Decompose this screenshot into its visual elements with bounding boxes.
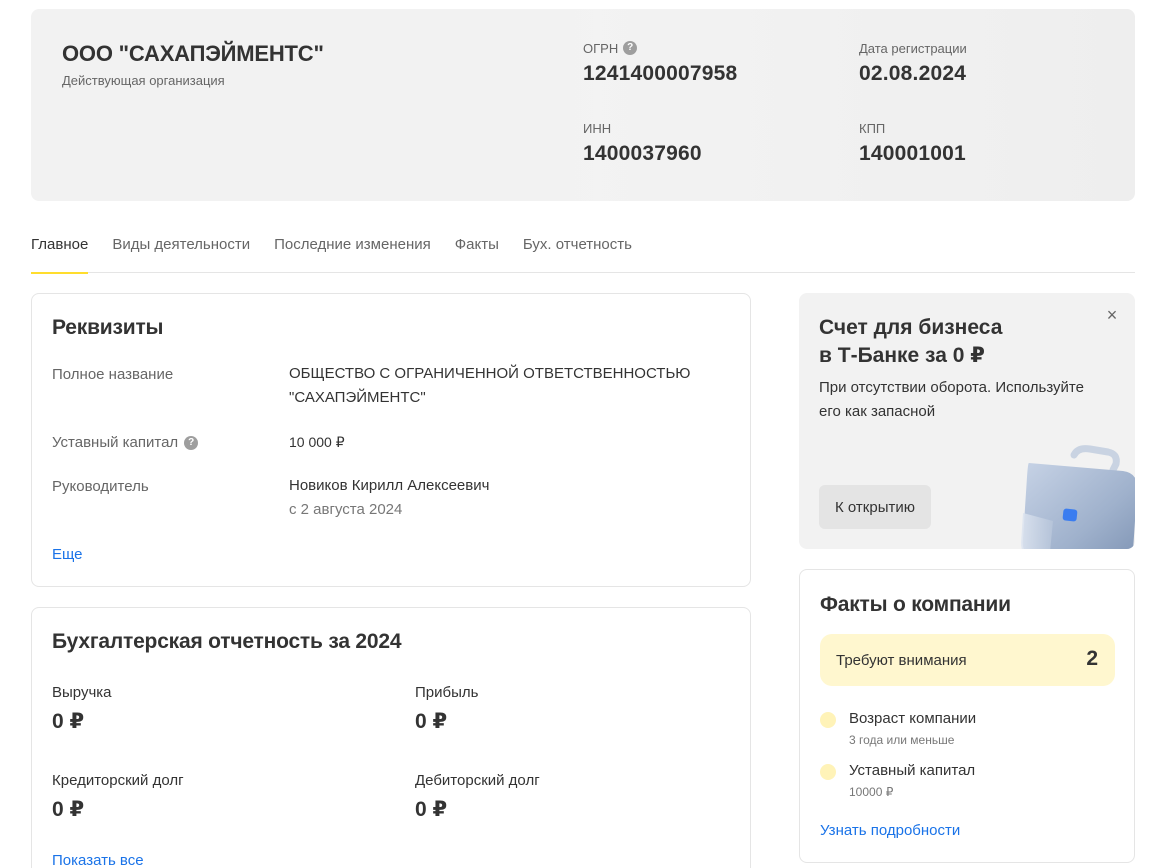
requisites-title: Реквизиты: [52, 316, 164, 339]
receivables-item: Дебиторский долг 0 ₽: [415, 772, 540, 822]
promo-title-line: Счет для бизнеса: [819, 316, 1003, 339]
more-link[interactable]: Еще: [52, 546, 83, 563]
capital-value: 10 000 ₽: [289, 430, 729, 455]
promo-title: Счет для бизнеса в Т-Банке за 0 ₽: [819, 314, 1079, 370]
head-name: Новиков Кирилл Алексеевич: [289, 477, 490, 494]
fact-sub: 10000 ₽: [849, 785, 894, 799]
help-icon[interactable]: ?: [184, 435, 199, 450]
tab-recent-changes[interactable]: Последние изменения: [274, 222, 431, 273]
company-status: Действующая организация: [62, 73, 225, 88]
promo-text-line: его как запасной: [819, 403, 936, 420]
tab-activities[interactable]: Виды деятельности: [112, 222, 250, 273]
promo-text: При отсутствии оборота. Используйте его …: [819, 376, 1109, 424]
warning-dot-icon: [820, 764, 836, 780]
warning-dot-icon: [820, 712, 836, 728]
tab-bar: Главное Виды деятельности Последние изме…: [31, 222, 1135, 274]
requisites-card: Реквизиты Полное название ОБЩЕСТВО С ОГР…: [31, 293, 751, 587]
kpp-value: 140001001: [859, 142, 966, 165]
full-name-label: Полное название: [52, 366, 174, 383]
inn-field: ИНН 1400037960: [583, 120, 702, 166]
head-label: Руководитель: [52, 478, 149, 495]
tab-facts[interactable]: Факты: [455, 222, 499, 273]
inn-label: ИНН: [583, 120, 612, 136]
tab-accounting[interactable]: Бух. отчетность: [523, 222, 632, 273]
head-value: Новиков Кирилл Алексеевич с 2 августа 20…: [289, 474, 729, 522]
facts-title: Факты о компании: [820, 593, 1011, 616]
company-header: ООО "САХАПЭЙМЕНТС" Действующая организац…: [31, 9, 1135, 201]
fact-name: Уставный капитал: [849, 762, 976, 779]
attention-block[interactable]: Требуют внимания 2: [820, 634, 1115, 686]
fact-name: Возраст компании: [849, 710, 977, 727]
revenue-label: Выручка: [52, 684, 112, 701]
profit-label: Прибыль: [415, 684, 479, 701]
full-name-value: ОБЩЕСТВО С ОГРАНИЧЕННОЙ ОТВЕТСТВЕННОСТЬЮ…: [289, 362, 729, 410]
reg-date-value: 02.08.2024: [859, 62, 967, 85]
company-name: ООО "САХАПЭЙМЕНТС": [62, 41, 324, 66]
attention-label: Требуют внимания: [836, 652, 967, 669]
promo-title-line: в Т-Банке за 0 ₽: [819, 344, 985, 367]
payables-item: Кредиторский долг 0 ₽: [52, 772, 184, 822]
capital-label-row: Уставный капитал ?: [52, 434, 199, 451]
attention-count: 2: [1086, 647, 1098, 670]
ogrn-field: ОГРН ? 1241400007958: [583, 40, 737, 86]
kpp-field: КПП 140001001: [859, 120, 966, 166]
details-link[interactable]: Узнать подробности: [820, 822, 960, 839]
payables-label: Кредиторский долг: [52, 772, 184, 789]
full-name-line: "САХАПЭЙМЕНТС": [289, 389, 426, 406]
receivables-label: Дебиторский долг: [415, 772, 540, 789]
capital-label: Уставный капитал: [52, 434, 179, 451]
help-icon[interactable]: ?: [623, 41, 638, 55]
kpp-label: КПП: [859, 120, 886, 136]
head-since: с 2 августа 2024: [289, 501, 403, 518]
profit-value: 0 ₽: [415, 710, 448, 733]
company-facts-card: Факты о компании Требуют внимания 2 Возр…: [799, 569, 1135, 863]
tab-main[interactable]: Главное: [31, 222, 89, 274]
profit-item: Прибыль 0 ₽: [415, 684, 478, 734]
briefcase-icon: [1021, 445, 1135, 549]
promo-text-line: При отсутствии оборота. Используйте: [819, 379, 1084, 396]
full-name-line: ОБЩЕСТВО С ОГРАНИЧЕННОЙ ОТВЕТСТВЕННОСТЬЮ: [289, 365, 691, 382]
show-all-link[interactable]: Показать все: [52, 852, 144, 868]
payables-value: 0 ₽: [52, 798, 85, 821]
capital-amount: 10 000 ₽: [289, 434, 345, 450]
revenue-item: Выручка 0 ₽: [52, 684, 112, 734]
accounting-title: Бухгалтерская отчетность за 2024: [52, 630, 402, 653]
business-account-promo: Счет для бизнеса в Т-Банке за 0 ₽ При от…: [799, 293, 1135, 549]
close-icon[interactable]: ×: [1104, 306, 1120, 324]
reg-date-field: Дата регистрации 02.08.2024: [859, 40, 967, 86]
fact-sub: 3 года или меньше: [849, 733, 955, 747]
open-account-button[interactable]: К открытию: [819, 485, 931, 529]
revenue-value: 0 ₽: [52, 710, 85, 733]
accounting-card: Бухгалтерская отчетность за 2024 Выручка…: [31, 607, 751, 868]
reg-date-label: Дата регистрации: [859, 40, 967, 56]
ogrn-label: ОГРН: [583, 40, 619, 56]
receivables-value: 0 ₽: [415, 798, 448, 821]
inn-value: 1400037960: [583, 142, 702, 165]
ogrn-value: 1241400007958: [583, 62, 738, 85]
